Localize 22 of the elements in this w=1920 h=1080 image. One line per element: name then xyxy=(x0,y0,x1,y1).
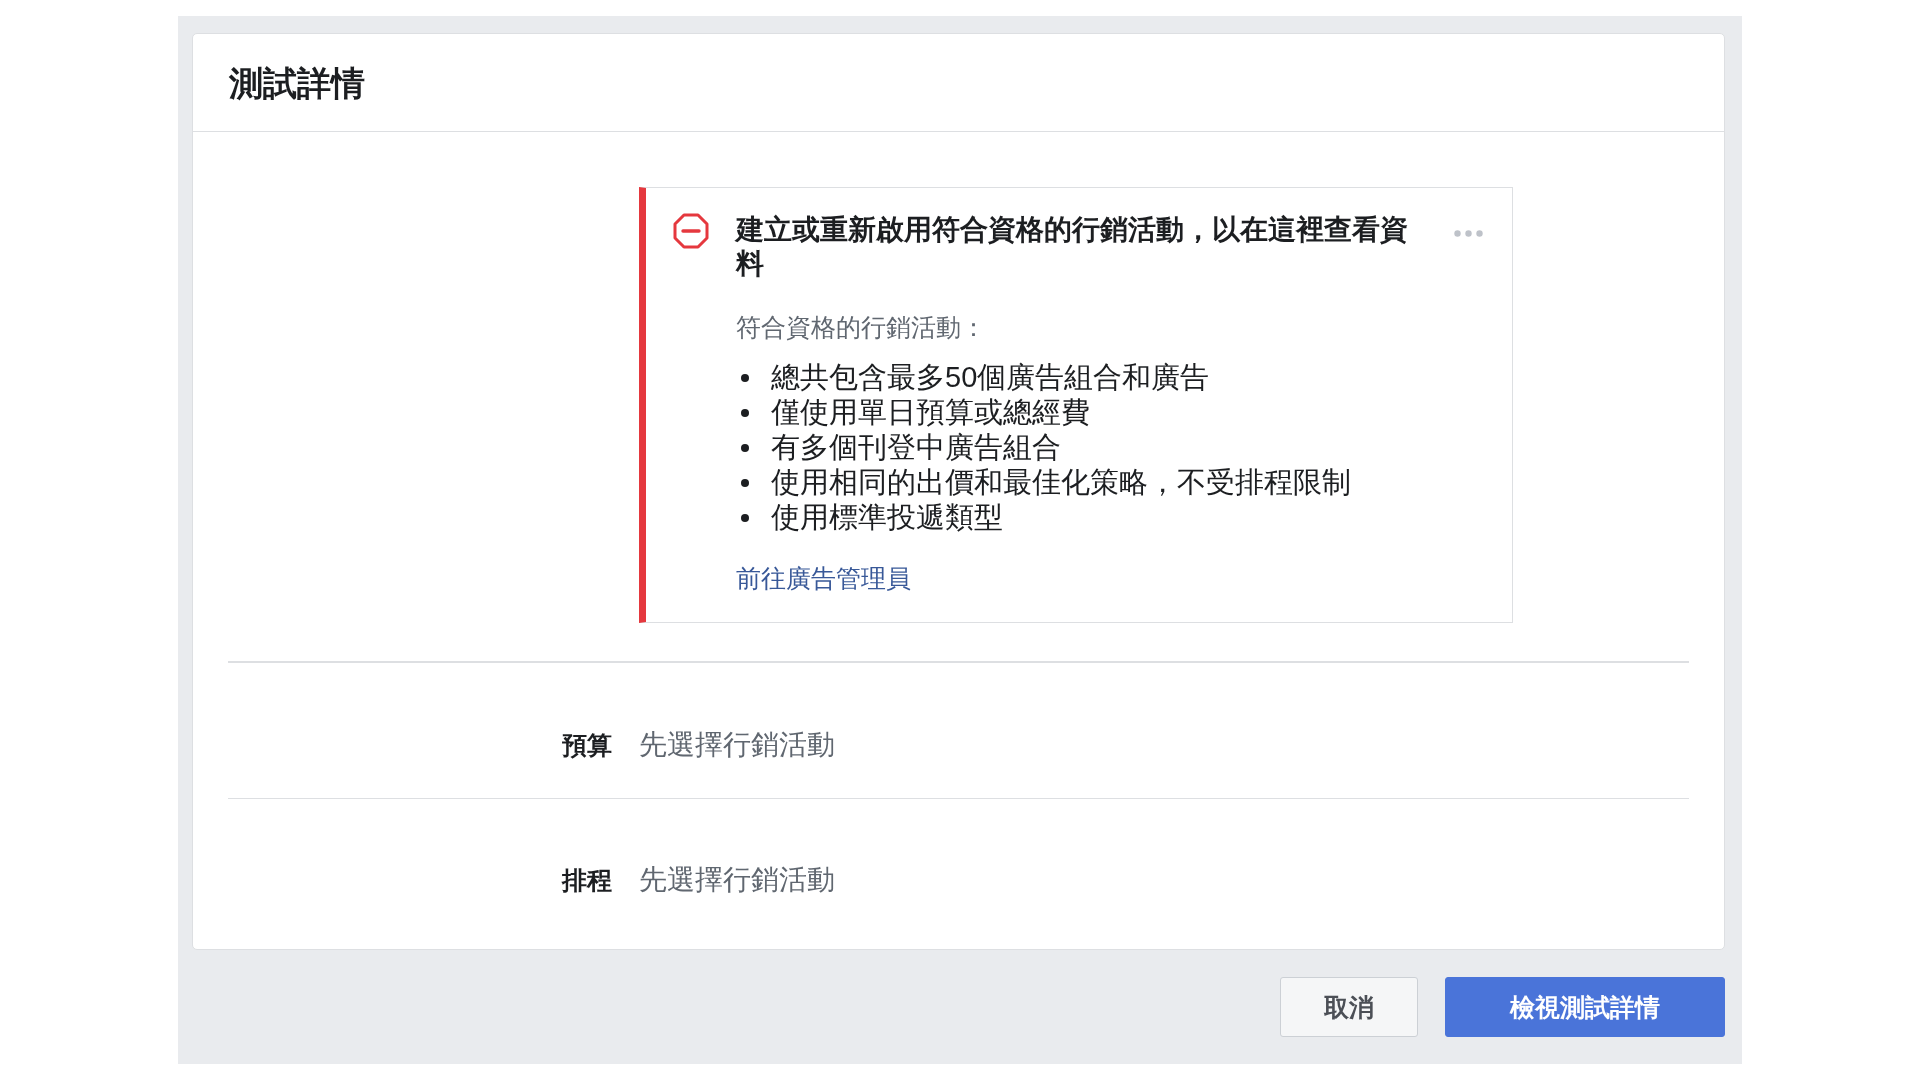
requirement-text: 使用相同的出價和最佳化策略，不受排程限制 xyxy=(771,465,1351,500)
dialog-title: 測試詳情 xyxy=(229,62,365,103)
field-label: 排程 xyxy=(562,865,612,896)
bullet-icon xyxy=(741,513,749,522)
alert-subtitle: 符合資格的行銷活動： xyxy=(736,312,986,343)
minus-octagon-icon xyxy=(673,213,709,249)
alert-title: 建立或重新啟用符合資格的行銷活動，以在這裡查看資料 xyxy=(736,213,1409,281)
requirement-text: 使用標準投遞類型 xyxy=(771,500,1003,535)
field-value: 先選擇行銷活動 xyxy=(639,863,835,897)
requirement-text: 總共包含最多50個廣告組合和廣告 xyxy=(771,360,1210,395)
bullet-icon xyxy=(741,373,749,382)
field-label: 預算 xyxy=(562,730,612,761)
requirement-text: 有多個刊登中廣告組合 xyxy=(771,430,1061,465)
cancel-button[interactable]: 取消 xyxy=(1280,977,1418,1037)
field-value: 先選擇行銷活動 xyxy=(639,728,835,762)
ads-manager-link[interactable]: 前往廣告管理員 xyxy=(736,561,911,595)
bullet-icon xyxy=(741,408,749,417)
more-icon[interactable] xyxy=(1454,230,1483,237)
requirement-text: 僅使用單日預算或總經費 xyxy=(771,395,1090,430)
view-details-button[interactable]: 檢視測試詳情 xyxy=(1445,977,1725,1037)
bullet-icon xyxy=(741,443,749,452)
bullet-icon xyxy=(741,478,749,487)
